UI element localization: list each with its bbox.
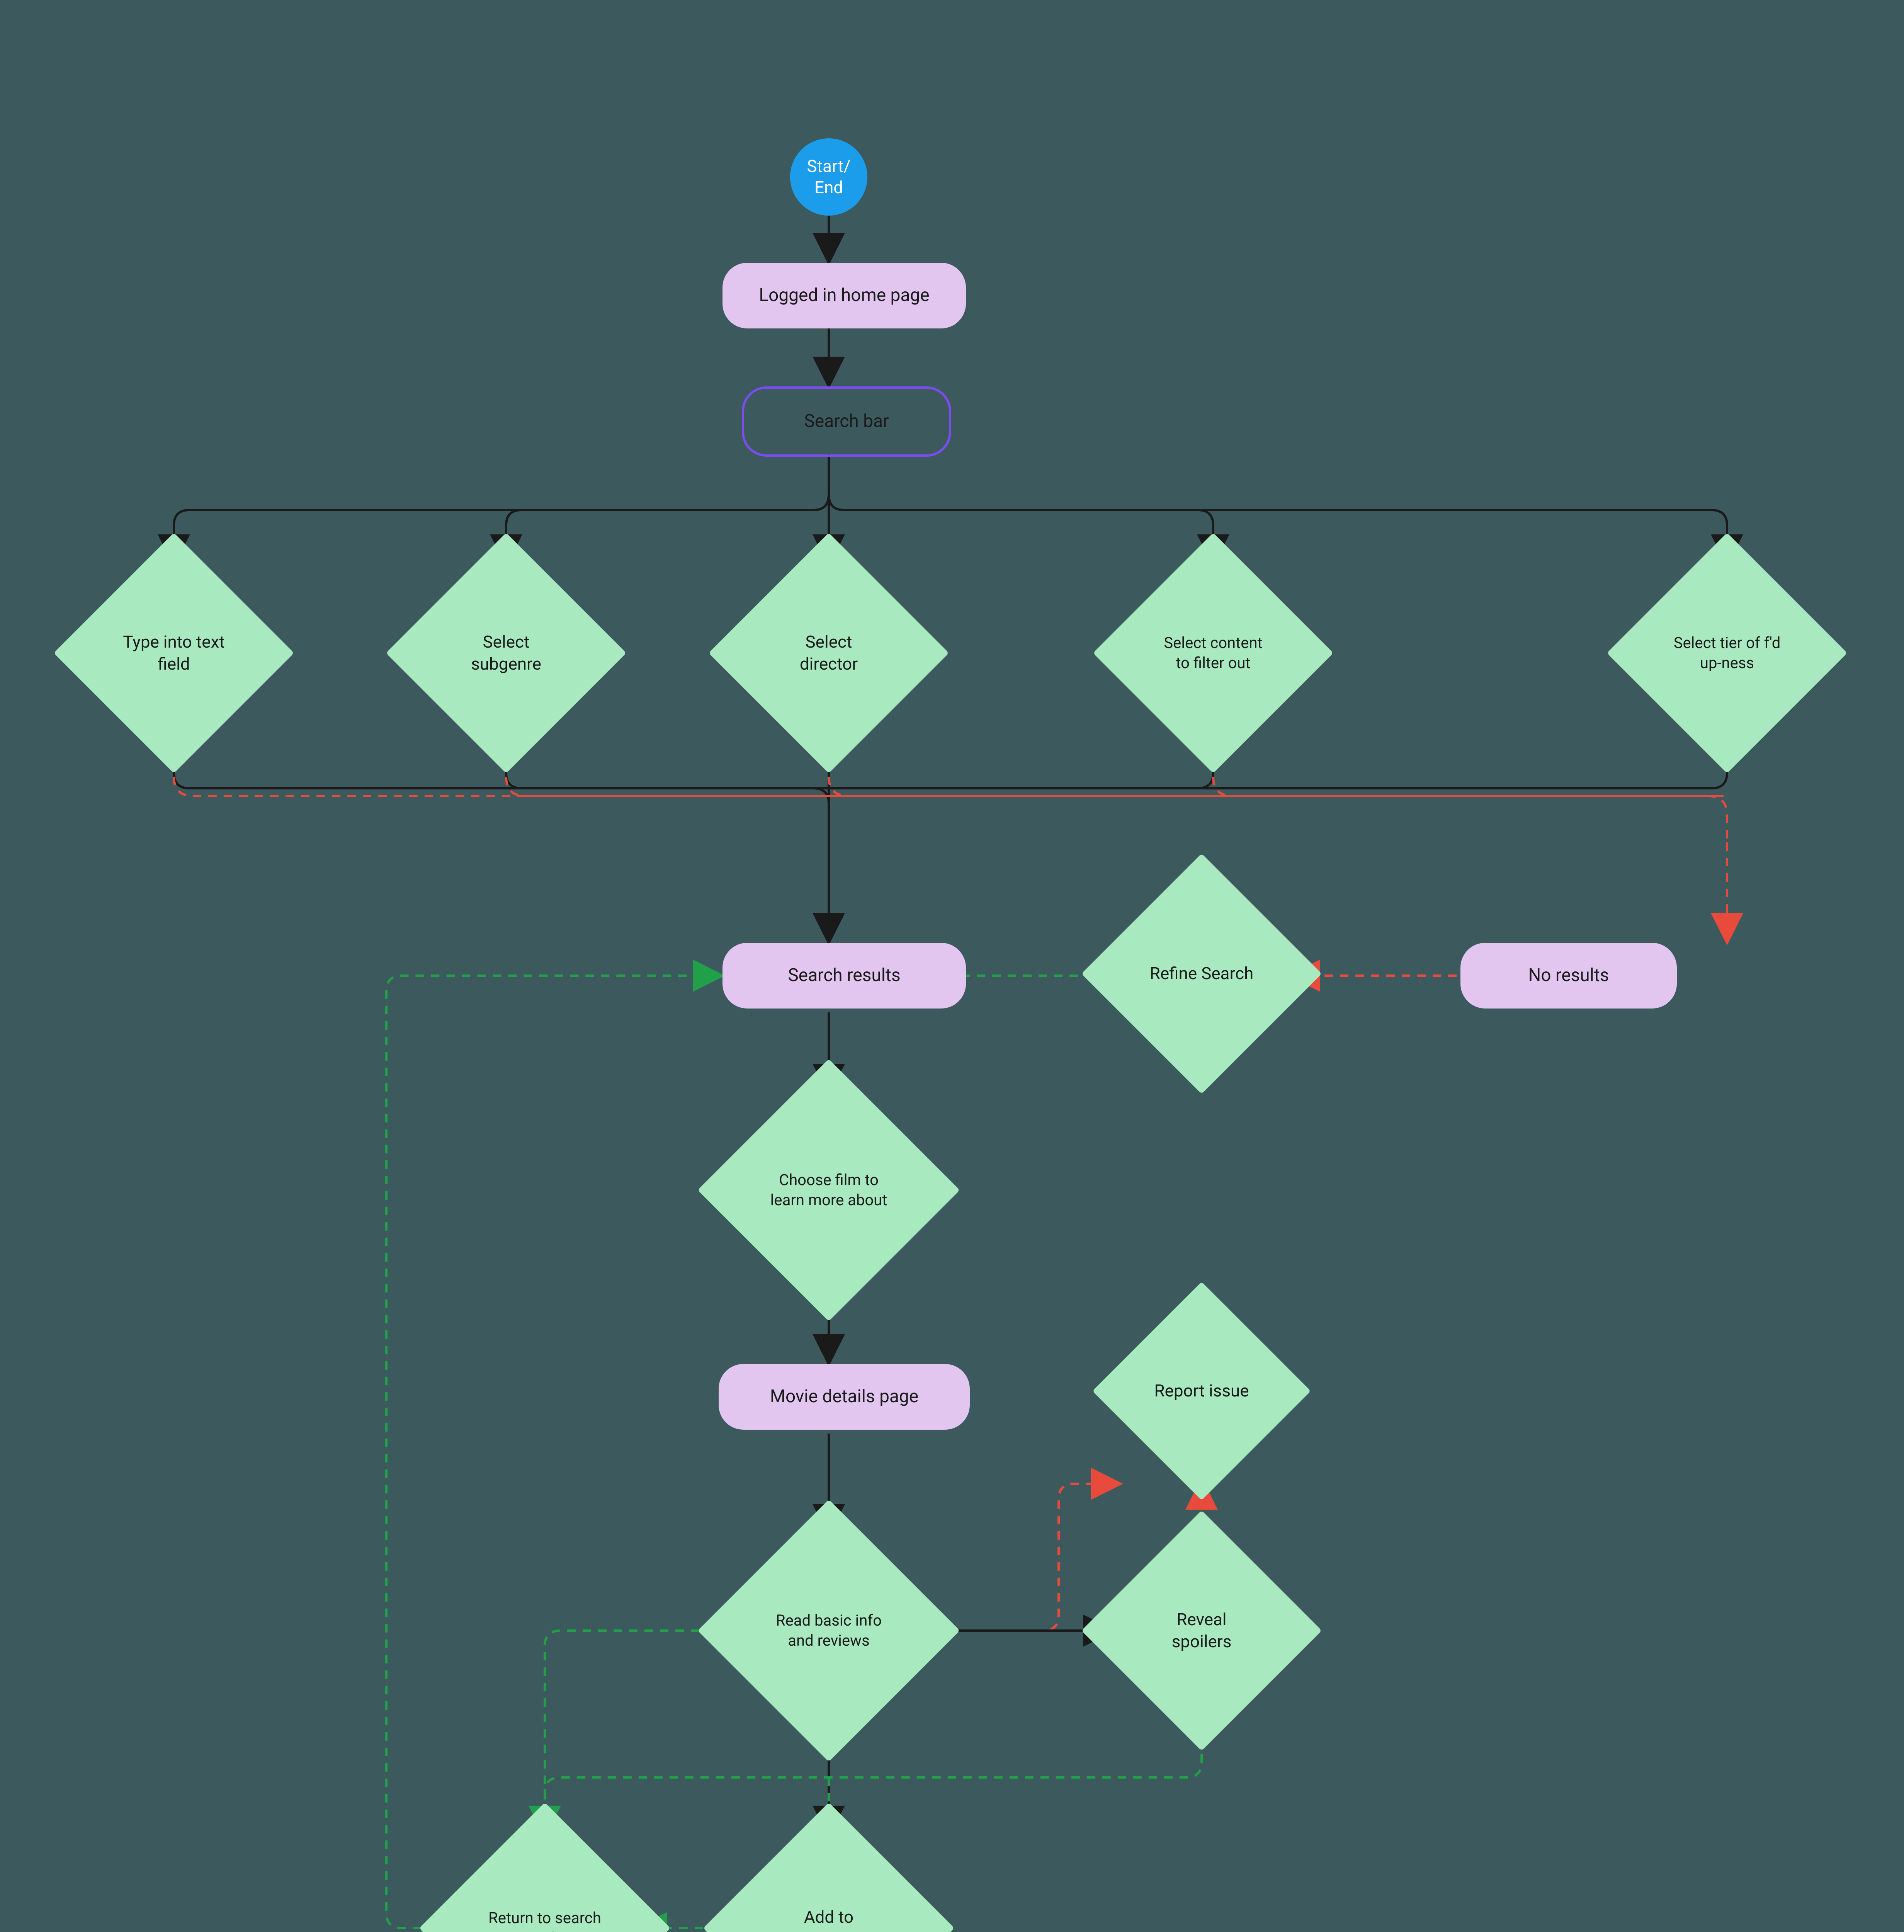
decision-spoilers-label: Reveal spoilers — [1117, 1546, 1287, 1716]
decision-return-label: Return to search results — [456, 1839, 634, 1932]
process-no-results-label: No results — [1528, 964, 1609, 987]
process-search-results: Search results — [722, 943, 966, 1009]
decision-add-watchlist-label: Add to watchlist — [740, 1839, 918, 1932]
decision-return-results: Return to search results — [456, 1839, 634, 1932]
decision-subgenre-label: Select subgenre — [421, 568, 591, 738]
decision-subgenre: Select subgenre — [421, 568, 591, 738]
decision-type-text: Type into text field — [89, 568, 259, 738]
decision-filter-content: Select content to filter out — [1128, 568, 1298, 738]
decision-read-info-label: Read basic info and reviews — [736, 1538, 921, 1723]
terminal-start: Start/ End — [790, 138, 867, 216]
process-search-results-label: Search results — [788, 964, 900, 987]
decision-add-watchlist: Add to watchlist — [740, 1839, 918, 1932]
process-home-page: Logged in home page — [722, 263, 966, 328]
decision-refine-search: Refine Search — [1117, 889, 1287, 1059]
decision-choose-film-label: Choose film to learn more about — [736, 1097, 921, 1283]
decision-report-label: Report issue — [1124, 1314, 1279, 1468]
decision-reveal-spoilers: Reveal spoilers — [1117, 1546, 1287, 1716]
decision-tier: Select tier of f'd up-ness — [1642, 568, 1812, 738]
decision-refine-label: Refine Search — [1117, 889, 1287, 1059]
decision-type-text-label: Type into text field — [89, 568, 259, 738]
process-search-bar: Search bar — [742, 386, 951, 457]
terminal-start-label: Start/ End — [807, 156, 851, 198]
process-movie-details-label: Movie details page — [770, 1385, 918, 1408]
decision-filter-label: Select content to filter out — [1128, 568, 1298, 738]
flowchart-canvas: Start/ End Logged in home page Search ba… — [0, 0, 1904, 1932]
process-movie-details: Movie details page — [719, 1364, 970, 1430]
decision-director: Select director — [744, 568, 914, 738]
decision-report-issue: Report issue — [1124, 1314, 1279, 1468]
process-home-label: Logged in home page — [759, 284, 929, 307]
decision-choose-film: Choose film to learn more about — [736, 1097, 921, 1283]
process-no-results: No results — [1460, 943, 1677, 1009]
decision-read-info: Read basic info and reviews — [736, 1538, 921, 1723]
decision-tier-label: Select tier of f'd up-ness — [1642, 568, 1812, 738]
process-search-bar-label: Search bar — [804, 410, 889, 433]
decision-director-label: Select director — [744, 568, 914, 738]
